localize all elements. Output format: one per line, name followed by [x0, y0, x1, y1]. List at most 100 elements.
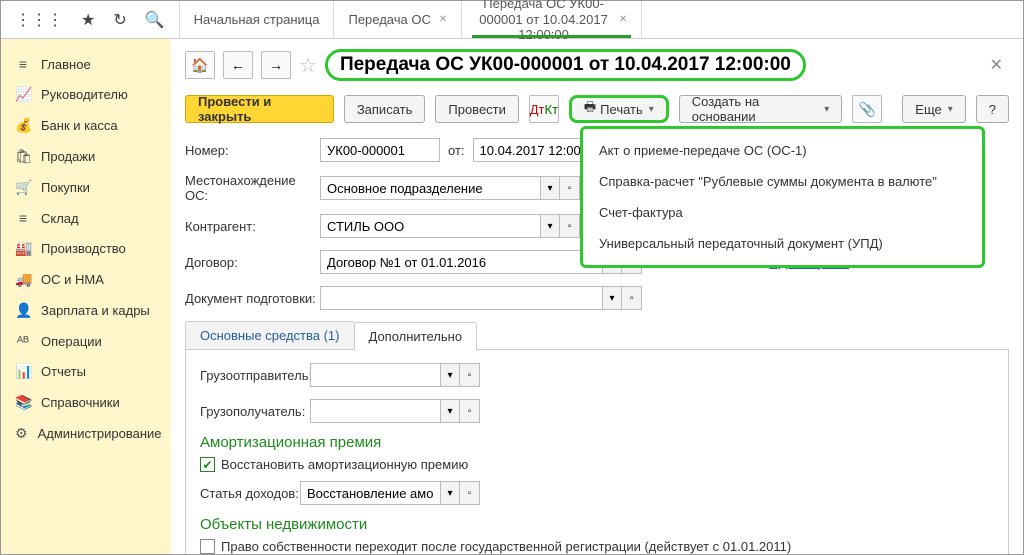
dropdown-icon[interactable]: ▾: [440, 399, 460, 423]
sidebar-item-manager[interactable]: 📈 Руководителю: [1, 79, 171, 110]
chart-icon: 📈: [15, 86, 31, 103]
dropdown-icon[interactable]: ▾: [602, 286, 622, 310]
open-icon[interactable]: ▫: [460, 399, 480, 423]
dropdown-icon[interactable]: ▾: [540, 214, 560, 238]
sidebar-item-label: Администрирование: [38, 426, 162, 441]
back-button[interactable]: ←: [223, 51, 253, 79]
dropdown-icon[interactable]: ▾: [540, 176, 560, 200]
person-icon: 👤: [15, 302, 31, 319]
sidebar-item-label: Банк и касса: [41, 118, 118, 133]
dt-kt-button[interactable]: ДтКт: [529, 95, 559, 123]
sidebar-item-operations[interactable]: ᴬᴮОперации: [1, 326, 171, 356]
create-based-button[interactable]: Создать на основании▾: [679, 95, 842, 123]
sidebar-item-label: Главное: [41, 57, 91, 72]
sidebar-item-label: Операции: [41, 334, 102, 349]
counterparty-field[interactable]: [320, 214, 540, 238]
page-title: Передача ОС УК00-000001 от 10.04.2017 12…: [325, 49, 806, 81]
menu-icon: ≡: [15, 56, 31, 72]
sidebar-item-label: Зарплата и кадры: [41, 303, 150, 318]
sidebar-item-reports[interactable]: 📊Отчеты: [1, 356, 171, 387]
close-form-button[interactable]: ✕: [984, 55, 1009, 75]
top-icon-group: ⋮⋮⋮ ★ ↻ 🔍: [1, 1, 180, 38]
sidebar-item-sales[interactable]: 🛍 Продажи: [1, 141, 171, 172]
inner-tabs: Основные средства (1) Дополнительно: [185, 321, 1009, 350]
post-button[interactable]: Провести: [435, 95, 519, 123]
open-icon[interactable]: ▫: [622, 286, 642, 310]
star-icon[interactable]: ★: [81, 10, 95, 30]
tab-additional[interactable]: Дополнительно: [354, 322, 478, 350]
receiver-field[interactable]: [310, 399, 440, 423]
post-and-close-button[interactable]: Провести и закрыть: [185, 95, 334, 123]
boxes-icon: ≡: [15, 210, 31, 226]
contract-field[interactable]: [320, 250, 602, 274]
bag-icon: 🛍: [15, 148, 31, 165]
sidebar-item-os[interactable]: 🚚 ОС и НМА: [1, 264, 171, 295]
ownership-checkbox[interactable]: ✔: [200, 539, 215, 554]
save-button[interactable]: Записать: [344, 95, 426, 123]
sidebar-item-label: Отчеты: [41, 364, 86, 379]
sidebar-item-label: ОС и НМА: [41, 272, 104, 287]
open-icon[interactable]: ▫: [460, 363, 480, 387]
tab-transfer-list[interactable]: Передача ОС✕: [334, 1, 462, 38]
apps-icon[interactable]: ⋮⋮⋮: [15, 10, 63, 30]
prepdoc-label: Документ подготовки:: [185, 291, 320, 306]
sidebar-item-salary[interactable]: 👤 Зарплата и кадры: [1, 295, 171, 326]
sidebar-item-label: Продажи: [41, 149, 95, 164]
attach-button[interactable]: 📎: [852, 95, 882, 123]
tab-body: Грузоотправитель: ▾▫ Грузополучатель: ▾▫…: [185, 350, 1009, 554]
location-label: Местонахождение ОС:: [185, 173, 320, 203]
section-amort: Амортизационная премия: [200, 434, 994, 451]
sidebar-item-label: Справочники: [41, 395, 120, 410]
sidebar: ≡ Главное 📈 Руководителю 💰 Банк и касса 🛍 Пр…: [1, 39, 171, 554]
open-icon[interactable]: ▫: [560, 176, 580, 200]
open-icon[interactable]: ▫: [560, 214, 580, 238]
history-icon[interactable]: ↻: [113, 10, 126, 30]
tab-home[interactable]: Начальная страница: [180, 1, 335, 38]
sender-label: Грузоотправитель:: [200, 368, 310, 383]
print-menu-item[interactable]: Универсальный передаточный документ (УПД…: [583, 228, 982, 259]
money-icon: 💰: [15, 117, 31, 134]
receiver-label: Грузополучатель:: [200, 404, 310, 419]
prepdoc-field[interactable]: [320, 286, 602, 310]
sidebar-item-bank[interactable]: 💰 Банк и касса: [1, 110, 171, 141]
tab-fixed-assets[interactable]: Основные средства (1): [185, 321, 355, 349]
close-icon[interactable]: ✕: [439, 14, 447, 25]
window-tabs: Начальная страница Передача ОС✕ Передача…: [180, 1, 643, 38]
command-bar: Провести и закрыть Записать Провести ДтК…: [185, 95, 1009, 123]
more-button[interactable]: Еще▾: [902, 95, 965, 123]
close-icon[interactable]: ✕: [619, 14, 627, 25]
restore-amort-checkbox[interactable]: ✔: [200, 457, 215, 472]
sidebar-item-admin[interactable]: ⚙Администрирование: [1, 418, 171, 449]
dropdown-icon[interactable]: ▾: [440, 363, 460, 387]
location-field[interactable]: [320, 176, 540, 200]
factory-icon: 🏭: [15, 240, 31, 257]
forward-button[interactable]: →: [261, 51, 291, 79]
date-label: от:: [448, 143, 465, 158]
tab-transfer-doc[interactable]: Передача ОС УК00-000001 от 10.04.2017 12…: [462, 1, 642, 38]
print-menu-item[interactable]: Справка-расчет "Рублевые суммы документа…: [583, 166, 982, 197]
print-menu-item[interactable]: Акт о приеме-передаче ОС (ОС-1): [583, 135, 982, 166]
search-icon[interactable]: 🔍: [145, 10, 165, 30]
sidebar-item-main[interactable]: ≡ Главное: [1, 49, 171, 79]
dropdown-icon[interactable]: ▾: [440, 481, 460, 505]
sidebar-item-purchases[interactable]: 🛒Покупки: [1, 172, 171, 203]
open-icon[interactable]: ▫: [460, 481, 480, 505]
ownership-label: Право собственности переходит после госу…: [221, 539, 791, 554]
sidebar-item-label: Руководителю: [41, 87, 128, 102]
contract-label: Договор:: [185, 255, 320, 270]
top-bar: ⋮⋮⋮ ★ ↻ 🔍 Начальная страница Передача ОС…: [1, 1, 1023, 39]
sender-field[interactable]: [310, 363, 440, 387]
favorite-star-icon[interactable]: ☆: [299, 53, 317, 78]
sidebar-item-production[interactable]: 🏭 Производство: [1, 233, 171, 264]
truck-icon: 🚚: [15, 271, 31, 288]
home-button[interactable]: 🏠: [185, 51, 215, 79]
income-field[interactable]: [300, 481, 440, 505]
print-button[interactable]: 🖶Печать▾: [569, 95, 669, 123]
print-menu-item[interactable]: Счет-фактура: [583, 197, 982, 228]
sidebar-item-catalogs[interactable]: 📚Справочники: [1, 387, 171, 418]
help-button[interactable]: ?: [976, 95, 1009, 123]
sidebar-item-label: Производство: [41, 241, 126, 256]
number-field[interactable]: [320, 138, 440, 162]
number-label: Номер:: [185, 143, 320, 158]
sidebar-item-stock[interactable]: ≡Склад: [1, 203, 171, 233]
